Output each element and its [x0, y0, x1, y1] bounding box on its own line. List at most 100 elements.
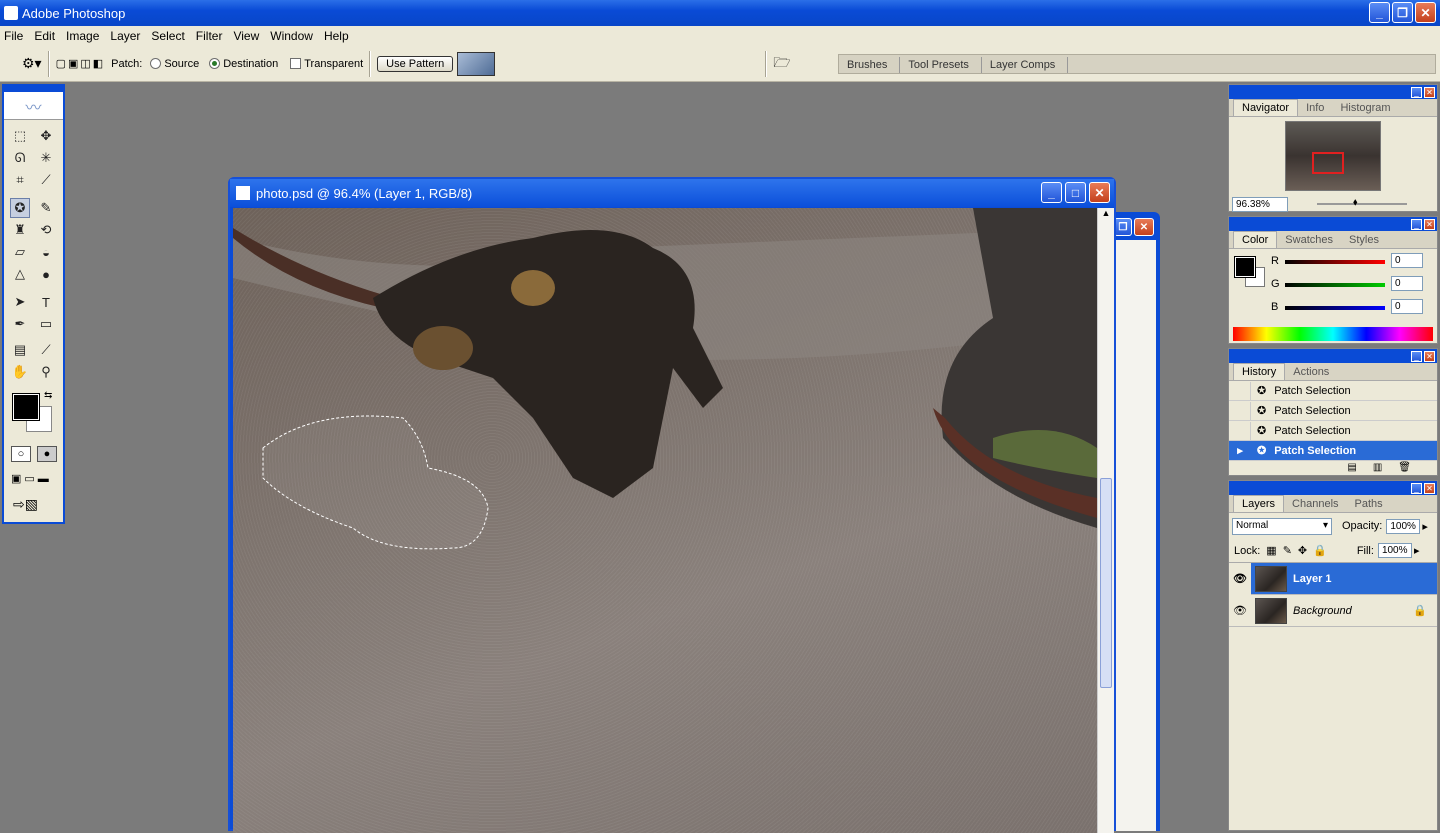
tool-preset-picker[interactable]: ⚙▾: [22, 55, 42, 72]
visibility-eye-icon[interactable]: 👁: [1229, 562, 1251, 595]
bucket-tool-icon[interactable]: ◒: [36, 242, 56, 262]
layer-row[interactable]: 👁 Layer 1: [1229, 562, 1437, 595]
menu-edit[interactable]: Edit: [34, 29, 55, 43]
scroll-thumb[interactable]: [1100, 478, 1112, 688]
b-value-field[interactable]: 0: [1391, 299, 1423, 314]
quick-mask-icon[interactable]: ●: [37, 446, 57, 462]
tab-histogram[interactable]: Histogram: [1332, 100, 1398, 116]
panel-close-button[interactable]: ✕: [1424, 482, 1435, 494]
tab-paths[interactable]: Paths: [1347, 496, 1391, 512]
visibility-eye-icon[interactable]: 👁: [1229, 604, 1251, 617]
layer-row[interactable]: 👁 Background 🔒: [1229, 595, 1437, 627]
crop-tool-icon[interactable]: ⌗: [10, 170, 30, 190]
well-tab-brushes[interactable]: Brushes: [839, 57, 901, 73]
path-select-icon[interactable]: ➤: [10, 292, 30, 312]
tab-swatches[interactable]: Swatches: [1277, 232, 1341, 248]
panel-minimize-button[interactable]: _: [1411, 218, 1422, 230]
document-vertical-scrollbar[interactable]: ▲: [1097, 208, 1114, 833]
image-canvas[interactable]: [233, 208, 1097, 833]
quick-mask-standard-icon[interactable]: ○: [11, 446, 31, 462]
menu-image[interactable]: Image: [66, 29, 99, 43]
doc-maximize-button[interactable]: □: [1065, 182, 1086, 203]
stamp-tool-icon[interactable]: ♜: [10, 220, 30, 240]
patch-tool-icon[interactable]: ✪: [10, 198, 30, 218]
tab-layers[interactable]: Layers: [1233, 495, 1285, 512]
color-spectrum-bar[interactable]: [1233, 327, 1433, 341]
dodge-tool-icon[interactable]: ●: [36, 264, 56, 284]
lasso-tool-icon[interactable]: ᘏ: [10, 148, 30, 168]
panel-close-button[interactable]: ✕: [1424, 218, 1435, 230]
navigator-zoom-field[interactable]: 96.38%: [1232, 197, 1288, 212]
tab-styles[interactable]: Styles: [1341, 232, 1387, 248]
lock-icons[interactable]: ▦✎✥🔒: [1266, 544, 1333, 557]
zoom-tool-icon[interactable]: ⚲: [36, 362, 56, 382]
brush-tool-icon[interactable]: ✎: [36, 198, 56, 218]
menu-view[interactable]: View: [233, 29, 259, 43]
close-button[interactable]: ✕: [1415, 2, 1436, 23]
doc-close-button[interactable]: ✕: [1089, 182, 1110, 203]
history-brush-icon[interactable]: ⟲: [36, 220, 56, 240]
well-tab-tool-presets[interactable]: Tool Presets: [900, 57, 982, 73]
tab-actions[interactable]: Actions: [1285, 364, 1337, 380]
menu-file[interactable]: File: [4, 29, 23, 43]
use-pattern-button[interactable]: Use Pattern: [377, 55, 454, 72]
back-close-button[interactable]: ✕: [1134, 218, 1154, 236]
patch-selection-marquee[interactable]: [262, 415, 489, 550]
eraser-tool-icon[interactable]: ▱: [10, 242, 30, 262]
blur-tool-icon[interactable]: △: [10, 264, 30, 284]
panel-close-button[interactable]: ✕: [1424, 86, 1435, 98]
doc-minimize-button[interactable]: _: [1041, 182, 1062, 203]
well-tab-layer-comps[interactable]: Layer Comps: [982, 57, 1069, 73]
panel-minimize-button[interactable]: _: [1411, 482, 1422, 494]
eyedropper-icon[interactable]: ⟋: [36, 340, 56, 360]
transparent-checkbox[interactable]: [290, 58, 302, 69]
screen-mode-icons[interactable]: ▣▭▬: [11, 472, 52, 485]
document-window[interactable]: photo.psd @ 96.4% (Layer 1, RGB/8) _ □ ✕…: [228, 177, 1116, 833]
selection-mode-icons[interactable]: ▢▣◫◧: [56, 57, 106, 70]
history-footer-icons[interactable]: ▤▥🗑: [1347, 462, 1427, 473]
shape-tool-icon[interactable]: ▭: [36, 314, 56, 334]
foreground-color-swatch[interactable]: [12, 393, 40, 421]
restore-button[interactable]: ❐: [1392, 2, 1413, 23]
color-foreground-swatch[interactable]: [1234, 256, 1256, 278]
source-radio[interactable]: [150, 58, 162, 69]
file-browser-icon[interactable]: 🗁: [773, 52, 790, 76]
pen-tool-icon[interactable]: ✒: [10, 314, 30, 334]
navigator-preview[interactable]: [1285, 121, 1381, 191]
history-item[interactable]: ✪ Patch Selection: [1229, 421, 1437, 441]
marquee-tool-icon[interactable]: ⬚: [10, 126, 30, 146]
r-slider-track[interactable]: [1285, 260, 1385, 264]
r-value-field[interactable]: 0: [1391, 253, 1423, 268]
feather-logo-icon[interactable]: 〰: [4, 92, 63, 120]
zoom-slider[interactable]: [1317, 203, 1407, 205]
menu-help[interactable]: Help: [324, 29, 349, 43]
pattern-picker[interactable]: [457, 51, 496, 76]
blend-mode-select[interactable]: Normal ▾: [1232, 517, 1332, 535]
tab-color[interactable]: Color: [1233, 231, 1278, 248]
history-item[interactable]: ✪ Patch Selection: [1229, 401, 1437, 421]
tab-navigator[interactable]: Navigator: [1233, 99, 1299, 116]
fill-arrow-icon[interactable]: ▸: [1414, 544, 1420, 557]
history-item-current[interactable]: ▸ ✪ Patch Selection: [1229, 441, 1437, 461]
document-title-bar[interactable]: photo.psd @ 96.4% (Layer 1, RGB/8) _ □ ✕: [230, 179, 1114, 207]
slice-tool-icon[interactable]: ⟋: [36, 170, 56, 190]
notes-tool-icon[interactable]: ▤: [10, 340, 30, 360]
tab-history[interactable]: History: [1233, 363, 1286, 380]
panel-close-button[interactable]: ✕: [1424, 350, 1435, 362]
menu-select[interactable]: Select: [151, 29, 184, 43]
zoom-slider-thumb[interactable]: ⬧: [1353, 197, 1358, 208]
swap-colors-icon[interactable]: ⇆: [44, 390, 52, 401]
background-document-window[interactable]: ❐ ✕: [1112, 212, 1160, 831]
opacity-arrow-icon[interactable]: ▸: [1422, 520, 1428, 533]
menu-window[interactable]: Window: [270, 29, 313, 43]
g-value-field[interactable]: 0: [1391, 276, 1423, 291]
menu-layer[interactable]: Layer: [110, 29, 140, 43]
scroll-up-arrow[interactable]: ▲: [1098, 208, 1114, 223]
fill-field[interactable]: 100%: [1377, 543, 1412, 558]
panel-minimize-button[interactable]: _: [1411, 350, 1422, 362]
panel-minimize-button[interactable]: _: [1411, 86, 1422, 98]
menu-filter[interactable]: Filter: [196, 29, 223, 43]
b-slider-track[interactable]: [1285, 306, 1385, 310]
navigator-view-box[interactable]: [1312, 152, 1344, 174]
magic-wand-icon[interactable]: ✳: [36, 148, 56, 168]
